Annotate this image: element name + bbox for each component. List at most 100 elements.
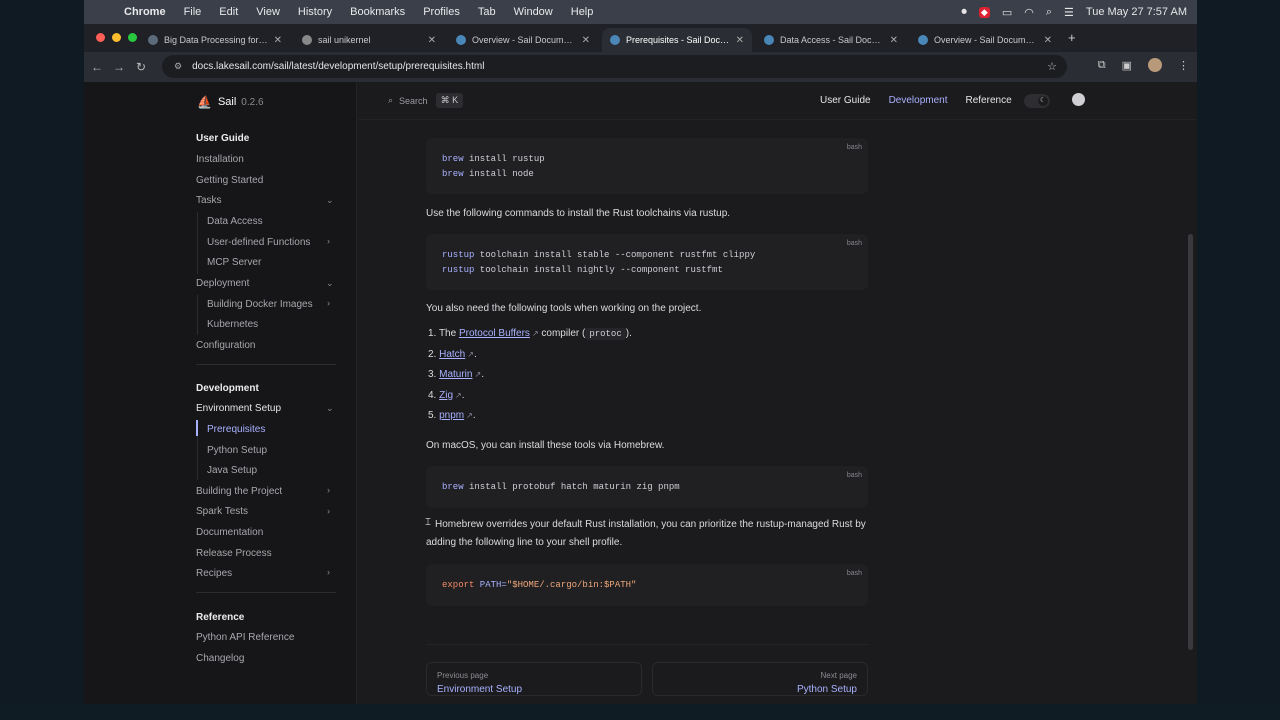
menu-file[interactable]: File bbox=[184, 6, 202, 18]
menu-bookmarks[interactable]: Bookmarks bbox=[350, 6, 405, 18]
maturin-link[interactable]: Maturin bbox=[439, 369, 472, 380]
close-window-button[interactable] bbox=[96, 33, 105, 42]
chevron-right-icon[interactable]: › bbox=[327, 236, 330, 246]
search-label: Search bbox=[399, 95, 428, 106]
menu-app-chrome[interactable]: Chrome bbox=[124, 6, 166, 18]
site-info-icon[interactable]: ⚙ bbox=[174, 61, 182, 72]
theme-toggle[interactable]: ☾ bbox=[1024, 94, 1050, 108]
app-status-icon[interactable]: ◆ bbox=[978, 6, 990, 18]
code-command: rustup bbox=[442, 265, 475, 275]
extensions-icon[interactable]: ⧉ bbox=[1098, 59, 1106, 72]
url-text[interactable]: docs.lakesail.com/sail/latest/developmen… bbox=[192, 61, 484, 72]
sidebar-item-getting-started[interactable]: Getting Started bbox=[196, 175, 263, 186]
brand[interactable]: ⛵ Sail 0.2.6 bbox=[197, 95, 264, 109]
sidebar-item-changelog[interactable]: Changelog bbox=[196, 653, 244, 664]
menu-profiles[interactable]: Profiles bbox=[423, 6, 460, 18]
tab-title: Overview - Sail Documentatio bbox=[934, 35, 1038, 45]
sidebar-item-environment-setup[interactable]: Environment Setup bbox=[196, 403, 281, 414]
previous-page-link[interactable]: Previous page Environment Setup bbox=[426, 662, 642, 696]
browser-tab[interactable]: sail unikernel ✕ bbox=[294, 28, 444, 52]
nav-development[interactable]: Development bbox=[889, 95, 948, 106]
menu-history[interactable]: History bbox=[298, 6, 332, 18]
paragraph: Use the following commands to install th… bbox=[426, 208, 731, 219]
zig-link[interactable]: Zig bbox=[439, 390, 453, 401]
close-tab-icon[interactable]: ✕ bbox=[1044, 35, 1052, 46]
tab-title: Overview - Sail Documentatio bbox=[472, 35, 576, 45]
sidebar-item-release[interactable]: Release Process bbox=[196, 548, 272, 559]
close-tab-icon[interactable]: ✕ bbox=[582, 35, 590, 46]
bookmark-star-icon[interactable]: ☆ bbox=[1047, 60, 1057, 73]
chevron-down-icon[interactable]: ⌄ bbox=[326, 403, 334, 414]
browser-tab[interactable]: Overview - Sail Documentatio ✕ bbox=[910, 28, 1060, 52]
protocol-buffers-link[interactable]: Protocol Buffers bbox=[459, 328, 530, 339]
sidebar-item-recipes[interactable]: Recipes bbox=[196, 568, 232, 579]
sidebar-item-mcp-server[interactable]: MCP Server bbox=[207, 257, 261, 268]
tree-guide-line bbox=[197, 295, 198, 335]
wifi-icon[interactable]: ◠ bbox=[1024, 6, 1034, 19]
more-menu-icon[interactable]: ⋮ bbox=[1178, 59, 1189, 72]
sidebar-item-tasks[interactable]: Tasks bbox=[196, 195, 222, 206]
close-tab-icon[interactable]: ✕ bbox=[736, 35, 744, 46]
search-button[interactable]: ⌕ Search ⌘ K bbox=[388, 93, 464, 108]
close-tab-icon[interactable]: ✕ bbox=[428, 35, 436, 46]
chevron-right-icon[interactable]: › bbox=[327, 567, 330, 577]
sidebar-item-java-setup[interactable]: Java Setup bbox=[207, 465, 257, 476]
browser-tab[interactable]: Big Data Processing for the A ✕ bbox=[140, 28, 290, 52]
sidebar-item-docker[interactable]: Building Docker Images bbox=[207, 299, 313, 310]
chevron-right-icon[interactable]: › bbox=[327, 485, 330, 495]
menubar-clock[interactable]: Tue May 27 7:57 AM bbox=[1086, 6, 1187, 18]
spotlight-icon[interactable]: ⌕ bbox=[1046, 6, 1052, 19]
sidebar-section-reference[interactable]: Reference bbox=[196, 612, 244, 623]
hatch-link[interactable]: Hatch bbox=[439, 349, 465, 360]
back-icon[interactable]: ← bbox=[86, 60, 108, 74]
sidebar-item-udf[interactable]: User-defined Functions bbox=[207, 237, 310, 248]
menu-window[interactable]: Window bbox=[514, 6, 553, 18]
sidebar-item-configuration[interactable]: Configuration bbox=[196, 340, 255, 351]
close-tab-icon[interactable]: ✕ bbox=[274, 35, 282, 46]
next-page-link[interactable]: Next page Python Setup bbox=[652, 662, 868, 696]
minimize-window-button[interactable] bbox=[112, 33, 121, 42]
profile-avatar[interactable] bbox=[1148, 58, 1162, 72]
github-icon[interactable] bbox=[1072, 93, 1085, 106]
control-center-icon[interactable]: ☰ bbox=[1064, 6, 1074, 19]
pnpm-link[interactable]: pnpm bbox=[439, 410, 464, 421]
browser-tab[interactable]: Overview - Sail Documentatio ✕ bbox=[448, 28, 598, 52]
code-lang-label: bash bbox=[846, 472, 862, 479]
zoom-window-button[interactable] bbox=[128, 33, 137, 42]
sidebar-section-user-guide[interactable]: User Guide bbox=[196, 133, 249, 144]
browser-tab-active[interactable]: Prerequisites - Sail Documen ✕ bbox=[602, 28, 752, 52]
new-tab-icon[interactable]: + bbox=[1068, 30, 1076, 45]
sidebar-item-documentation[interactable]: Documentation bbox=[196, 527, 263, 538]
close-tab-icon[interactable]: ✕ bbox=[890, 35, 898, 46]
menu-tab[interactable]: Tab bbox=[478, 6, 496, 18]
nav-user-guide[interactable]: User Guide bbox=[820, 95, 871, 106]
menu-help[interactable]: Help bbox=[571, 6, 594, 18]
brand-name: Sail bbox=[217, 96, 237, 108]
forward-icon[interactable]: → bbox=[108, 60, 130, 74]
battery-icon[interactable]: ▭ bbox=[1002, 6, 1012, 19]
sidebar-item-python-setup[interactable]: Python Setup bbox=[207, 445, 267, 456]
sidebar-item-kubernetes[interactable]: Kubernetes bbox=[207, 319, 258, 330]
chevron-down-icon[interactable]: ⌄ bbox=[326, 195, 334, 206]
cast-icon[interactable]: ▣ bbox=[1122, 59, 1132, 72]
reload-icon[interactable]: ↻ bbox=[130, 60, 152, 74]
sidebar-item-installation[interactable]: Installation bbox=[196, 154, 244, 165]
nav-reference[interactable]: Reference bbox=[966, 95, 1012, 106]
chevron-right-icon[interactable]: › bbox=[327, 506, 330, 516]
page-scrollbar[interactable] bbox=[1188, 234, 1193, 650]
menu-view[interactable]: View bbox=[256, 6, 280, 18]
address-bar[interactable]: ⚙ docs.lakesail.com/sail/latest/developm… bbox=[162, 55, 1067, 78]
record-icon[interactable]: ⏺ bbox=[961, 6, 967, 19]
chevron-right-icon[interactable]: › bbox=[327, 298, 330, 308]
browser-tab[interactable]: Data Access - Sail Documenta ✕ bbox=[756, 28, 906, 52]
sidebar-item-building[interactable]: Building the Project bbox=[196, 486, 282, 497]
sidebar-item-prerequisites[interactable]: Prerequisites bbox=[207, 424, 265, 435]
sidebar-item-deployment[interactable]: Deployment bbox=[196, 278, 249, 289]
sidebar-item-python-api[interactable]: Python API Reference bbox=[196, 632, 294, 643]
list-number: 2. bbox=[428, 349, 437, 360]
sidebar-section-development[interactable]: Development bbox=[196, 383, 259, 394]
chevron-down-icon[interactable]: ⌄ bbox=[326, 278, 334, 289]
sidebar-item-data-access[interactable]: Data Access bbox=[207, 216, 263, 227]
menu-edit[interactable]: Edit bbox=[219, 6, 238, 18]
sidebar-item-spark-tests[interactable]: Spark Tests bbox=[196, 506, 248, 517]
